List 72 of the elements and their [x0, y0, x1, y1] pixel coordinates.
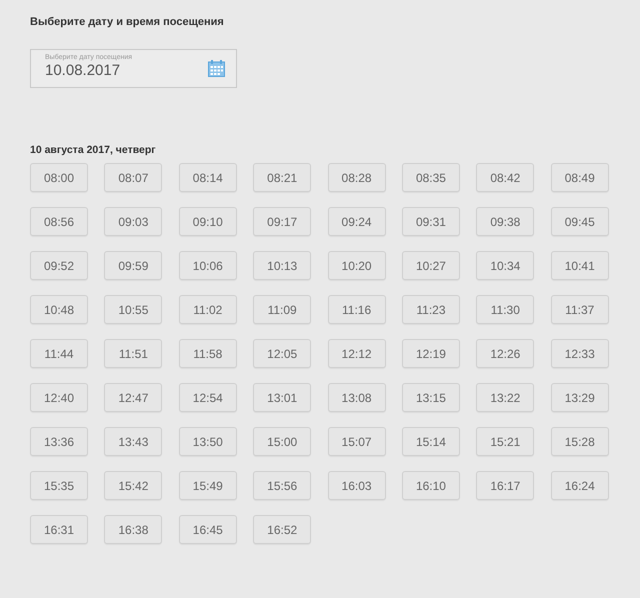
time-slot-button[interactable]: 11:30 — [476, 295, 534, 324]
day-heading: 10 августа 2017, четверг — [30, 143, 157, 157]
time-slot-button[interactable]: 15:35 — [30, 471, 88, 500]
time-slot-button[interactable]: 08:28 — [328, 163, 386, 192]
time-slot-button[interactable]: 10:13 — [253, 251, 312, 280]
time-slot-button[interactable]: 09:24 — [328, 207, 386, 236]
time-slot-button[interactable]: 08:21 — [253, 163, 312, 192]
time-slot-button[interactable]: 11:02 — [178, 295, 237, 324]
time-slot-button[interactable]: 10:34 — [476, 251, 534, 280]
time-slot-button[interactable]: 15:56 — [253, 471, 312, 500]
time-slot-button[interactable]: 09:10 — [178, 207, 237, 236]
time-slot-button[interactable]: 16:17 — [476, 471, 534, 500]
time-slot-button[interactable]: 09:03 — [104, 207, 162, 236]
time-slot-button[interactable]: 10:41 — [550, 251, 609, 280]
time-slot-button[interactable]: 10:55 — [104, 295, 162, 324]
time-slot-button[interactable]: 16:03 — [328, 471, 386, 500]
time-slot-button[interactable]: 15:00 — [253, 427, 312, 456]
time-slot-button[interactable]: 11:37 — [550, 295, 609, 324]
time-slot-button[interactable]: 09:38 — [476, 207, 534, 236]
time-slot-button[interactable]: 12:05 — [253, 339, 312, 368]
page-title: Выберите дату и время посещения — [30, 15, 225, 29]
time-slot-button[interactable]: 13:22 — [476, 383, 534, 412]
time-slot-button[interactable]: 11:23 — [402, 295, 460, 324]
time-slot-button[interactable]: 13:50 — [178, 427, 237, 456]
time-slot-button[interactable]: 15:14 — [402, 427, 460, 456]
time-slot-button[interactable]: 10:06 — [178, 251, 237, 280]
time-slot-button[interactable]: 12:47 — [104, 383, 162, 412]
time-slot-button[interactable]: 10:48 — [30, 295, 88, 324]
time-slot-button[interactable]: 12:26 — [476, 339, 534, 368]
date-input[interactable]: 10.08.2017 — [45, 62, 195, 79]
time-slot-button[interactable]: 15:49 — [178, 471, 237, 500]
time-slot-button[interactable]: 13:08 — [328, 383, 386, 412]
time-slot-button[interactable]: 16:45 — [178, 515, 237, 544]
time-slot-button[interactable]: 12:33 — [550, 339, 609, 368]
time-slot-button[interactable]: 13:36 — [30, 427, 88, 456]
time-slot-button[interactable]: 09:59 — [104, 251, 162, 280]
time-slot-button[interactable]: 09:52 — [30, 251, 88, 280]
time-slot-button[interactable]: 15:07 — [328, 427, 386, 456]
time-slot-button[interactable]: 11:09 — [253, 295, 312, 324]
time-slot-button[interactable]: 13:29 — [550, 383, 609, 412]
time-slot-button[interactable]: 08:56 — [30, 207, 88, 236]
time-slot-button[interactable]: 08:49 — [550, 163, 609, 192]
time-slot-button[interactable]: 13:43 — [104, 427, 162, 456]
time-slot-button[interactable]: 15:21 — [476, 427, 534, 456]
time-slot-button[interactable]: 16:10 — [402, 471, 460, 500]
time-slot-button[interactable]: 08:07 — [104, 163, 162, 192]
time-slot-button[interactable]: 11:44 — [30, 339, 88, 368]
time-slot-button[interactable]: 09:45 — [550, 207, 609, 236]
time-slot-button[interactable]: 11:16 — [328, 295, 386, 324]
time-slot-button[interactable]: 08:35 — [402, 163, 460, 192]
time-slot-button[interactable]: 12:12 — [328, 339, 386, 368]
time-slot-button[interactable]: 13:01 — [253, 383, 312, 412]
calendar-icon[interactable] — [208, 60, 225, 77]
time-slot-button[interactable]: 08:14 — [178, 163, 237, 192]
time-slot-button[interactable]: 11:58 — [178, 339, 237, 368]
time-slot-button[interactable]: 09:17 — [253, 207, 312, 236]
time-slot-button[interactable]: 16:38 — [104, 515, 162, 544]
time-slot-button[interactable]: 16:31 — [30, 515, 88, 544]
time-slot-button[interactable]: 12:54 — [178, 383, 237, 412]
time-slot-button[interactable]: 11:51 — [104, 339, 162, 368]
time-slot-button[interactable]: 08:42 — [476, 163, 534, 192]
time-slot-button[interactable]: 16:24 — [550, 471, 609, 500]
time-slot-button[interactable]: 09:31 — [402, 207, 460, 236]
time-slot-button[interactable]: 15:28 — [550, 427, 609, 456]
time-slot-button[interactable]: 13:15 — [402, 383, 460, 412]
time-slot-button[interactable]: 15:42 — [104, 471, 162, 500]
time-slot-button[interactable]: 12:19 — [402, 339, 460, 368]
time-slot-button[interactable]: 10:20 — [328, 251, 386, 280]
time-slot-button[interactable]: 08:00 — [30, 163, 88, 192]
time-slot-button[interactable]: 10:27 — [402, 251, 460, 280]
time-slot-button[interactable]: 12:40 — [30, 383, 88, 412]
time-slot-button[interactable]: 16:52 — [253, 515, 312, 544]
